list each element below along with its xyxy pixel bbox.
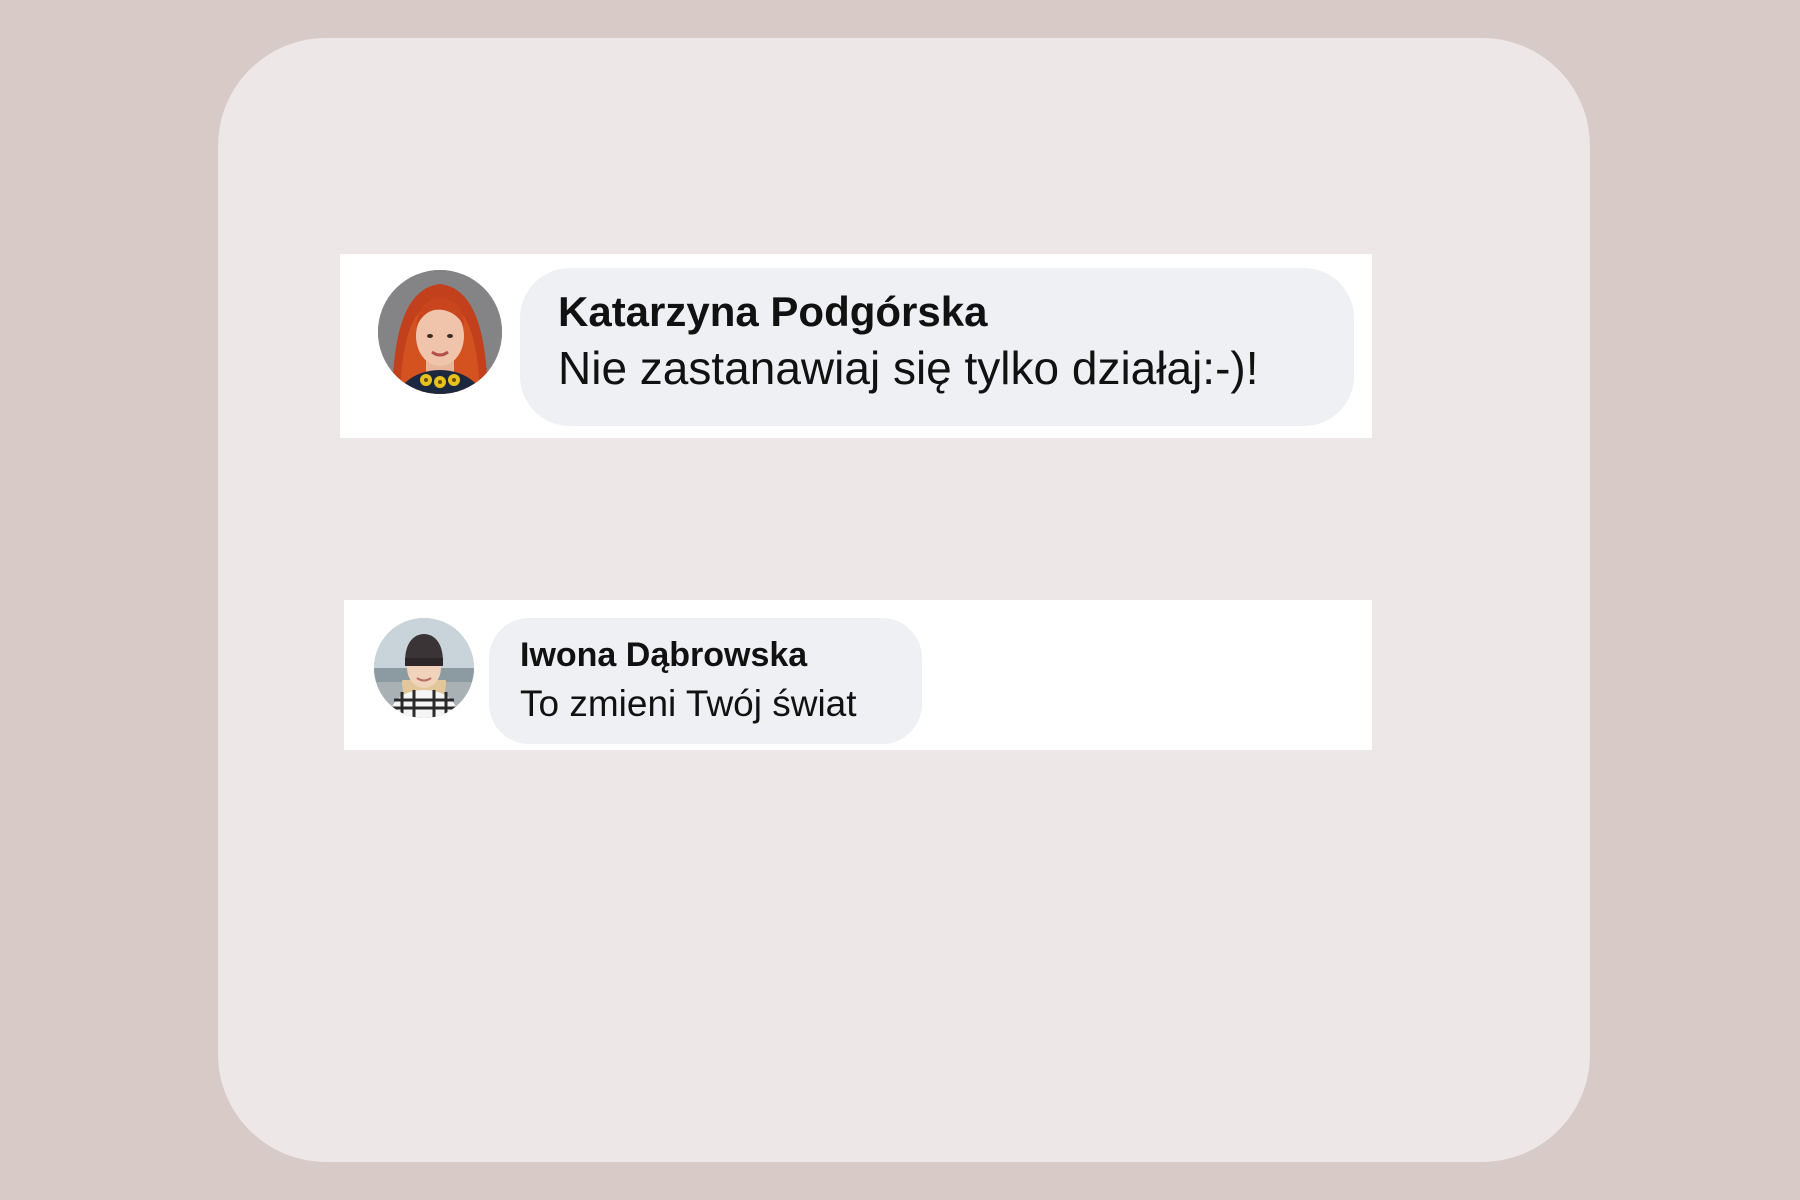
comment-text: To zmieni Twój świat (520, 683, 857, 724)
comment-text: Nie zastanawiaj się tylko działaj:-)! (558, 342, 1259, 394)
avatar[interactable] (374, 618, 474, 718)
comment-author[interactable]: Iwona Dąbrowska (520, 634, 922, 676)
avatar-woman-beanie-icon (374, 618, 474, 718)
comment-author[interactable]: Katarzyna Podgórska (558, 288, 1354, 336)
avatar-red-hair-woman-icon (378, 270, 502, 394)
avatar[interactable] (378, 270, 502, 394)
comment-bubble: Katarzyna Podgórska Nie zastanawiaj się … (520, 268, 1354, 426)
comment-bubble: Iwona Dąbrowska To zmieni Twój świat (489, 618, 922, 744)
